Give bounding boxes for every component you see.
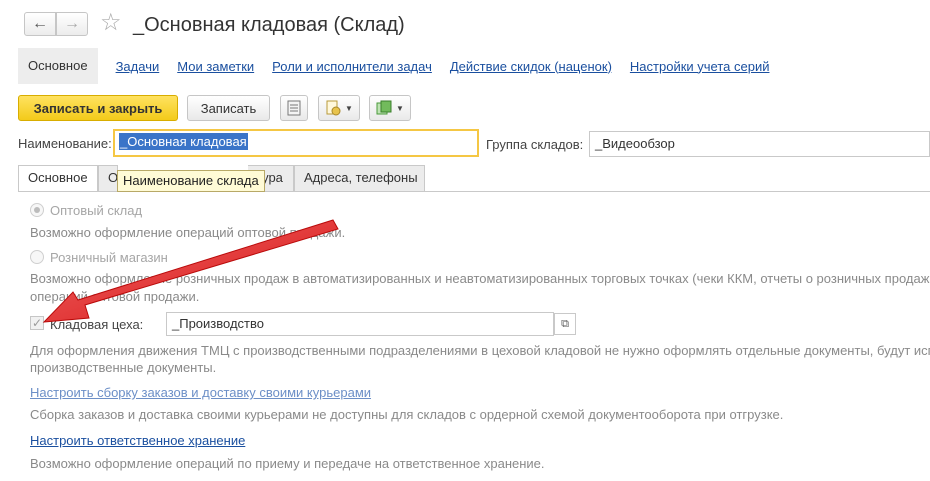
orders-delivery-link[interactable]: Настроить сборку заказов и доставку свои…: [30, 385, 371, 400]
orders-hint: Сборка заказов и доставка своими курьера…: [30, 407, 784, 422]
retail-radio[interactable]: [30, 250, 44, 264]
chevron-down-icon: ▼: [345, 103, 353, 113]
group-label: Группа складов:: [486, 137, 584, 152]
workshop-hint-line1: Для оформления движения ТМЦ с производст…: [30, 343, 930, 358]
workshop-hint-line2: производственные документы.: [30, 360, 217, 375]
name-tooltip: Наименование склада: [117, 170, 265, 192]
storage-hint: Возможно оформление операций по приему и…: [30, 456, 545, 471]
forward-button[interactable]: →: [56, 12, 88, 36]
window-title: _Основная кладовая (Склад): [133, 14, 405, 36]
tab-addresses[interactable]: Адреса, телефоны: [294, 165, 425, 191]
nav-roles[interactable]: Роли и исполнители задач: [272, 59, 432, 74]
nav-notes[interactable]: Мои заметки: [177, 59, 254, 74]
back-button[interactable]: ←: [24, 12, 56, 36]
name-label: Наименование:: [18, 136, 112, 151]
save-button[interactable]: Записать: [187, 95, 270, 121]
save-and-close-button[interactable]: Записать и закрыть: [18, 95, 178, 121]
nav-discounts[interactable]: Действие скидок (наценок): [450, 59, 612, 74]
wholesale-hint: Возможно оформление операций оптовой про…: [30, 225, 346, 240]
wholesale-radio[interactable]: [30, 203, 44, 217]
name-value: _Основная кладовая: [119, 133, 248, 150]
retail-hint-line1: Возможно оформление розничных продаж в а…: [30, 271, 930, 286]
retail-label: Розничный магазин: [50, 250, 168, 265]
tab-second[interactable]: О: [98, 165, 118, 191]
document-settings-icon: [326, 100, 341, 116]
workshop-checkbox[interactable]: ✓: [30, 316, 44, 330]
nav-series[interactable]: Настройки учета серий: [630, 59, 770, 74]
list-icon: [287, 100, 301, 116]
workshop-field[interactable]: _Производство: [166, 312, 554, 336]
report-icon: [376, 100, 392, 115]
reports-menu-button[interactable]: ▼: [369, 95, 411, 121]
form-navigation: Основное Задачи Мои заметки Роли и испол…: [18, 48, 769, 84]
print-menu-button[interactable]: ▼: [318, 95, 360, 121]
star-icon[interactable]: ☆: [100, 9, 122, 37]
group-field[interactable]: _Видеообзор: [589, 131, 930, 157]
name-field[interactable]: _Основная кладовая: [113, 129, 479, 157]
arrow-left-icon: ←: [32, 15, 48, 32]
nav-main[interactable]: Основное: [18, 48, 98, 84]
open-icon[interactable]: ⧉: [554, 313, 576, 335]
nav-tasks[interactable]: Задачи: [116, 59, 160, 74]
retail-hint-line2: операций оптовой продажи.: [30, 289, 200, 304]
tab-main[interactable]: Основное: [18, 165, 98, 192]
responsible-storage-link[interactable]: Настроить ответственное хранение: [30, 433, 245, 448]
wholesale-label: Оптовый склад: [50, 203, 143, 218]
workshop-label: Кладовая цеха:: [50, 317, 144, 332]
list-button[interactable]: [280, 95, 308, 121]
chevron-down-icon: ▼: [396, 103, 404, 113]
arrow-right-icon: →: [64, 15, 80, 32]
